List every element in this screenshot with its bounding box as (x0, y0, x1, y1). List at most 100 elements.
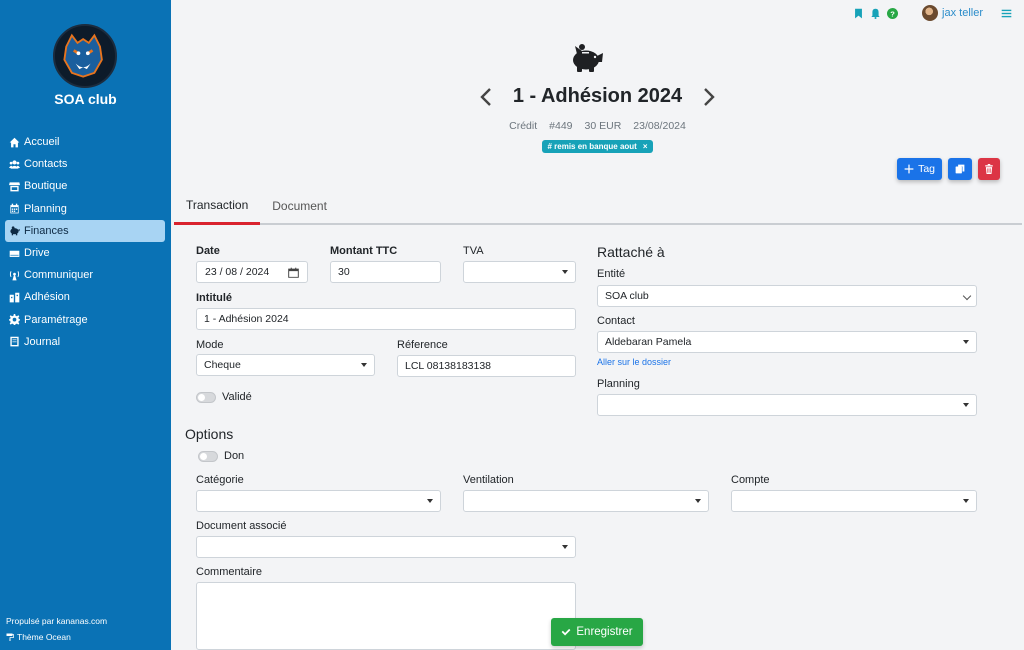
gear-icon (9, 314, 20, 326)
don-toggle[interactable] (198, 451, 218, 462)
caret-down-icon (963, 340, 969, 344)
reference-label: Réference (397, 339, 448, 351)
save-button[interactable]: Enregistrer (551, 618, 643, 646)
options-title: Options (185, 426, 234, 442)
sidebar-item-contacts[interactable]: Contacts (5, 153, 165, 175)
transaction-amount: 30 EUR (584, 120, 622, 132)
copy-icon (955, 164, 965, 174)
sidebar-item-label: Contacts (24, 158, 68, 171)
delete-button[interactable] (978, 158, 1000, 180)
previous-arrow-icon[interactable] (479, 87, 493, 107)
sidebar-item-drive[interactable]: Drive (5, 242, 165, 264)
caret-down-icon (695, 499, 701, 503)
action-buttons: Tag (897, 158, 1000, 180)
entite-label: Entité (597, 268, 626, 280)
sidebar-item-label: Paramétrage (24, 313, 88, 326)
sidebar-item-finances[interactable]: Finances (5, 219, 165, 242)
sidebar-item-adhesion[interactable]: Adhésion (5, 286, 165, 308)
topbar: ? jax teller (853, 4, 1012, 22)
transaction-type: Crédit (509, 120, 538, 132)
piggy-bank-icon (9, 225, 20, 236)
menu-icon[interactable] (1001, 8, 1012, 19)
tab-document[interactable]: Document (260, 187, 339, 225)
help-icon[interactable]: ? (887, 7, 899, 19)
sidebar-item-label: Adhésion (24, 291, 70, 304)
intitule-field[interactable]: 1 - Adhésion 2024 (196, 308, 576, 330)
save-label: Enregistrer (576, 626, 633, 638)
commentaire-textarea[interactable] (196, 582, 576, 650)
caret-down-icon (427, 499, 433, 503)
plus-icon (904, 164, 914, 174)
document-select[interactable] (196, 536, 576, 558)
paint-roller-icon (6, 633, 14, 641)
sidebar-item-parametrage[interactable]: Paramétrage (5, 309, 165, 331)
valide-toggle[interactable] (196, 392, 216, 403)
duplicate-button[interactable] (948, 158, 972, 180)
add-tag-label: Tag (918, 163, 935, 175)
planning-label: Planning (597, 378, 640, 390)
bell-icon[interactable] (870, 8, 881, 19)
reference-field[interactable]: LCL 08138183138 (397, 355, 576, 377)
tva-label: TVA (463, 245, 484, 257)
categorie-label: Catégorie (196, 474, 244, 486)
add-tag-button[interactable]: Tag (897, 158, 942, 180)
powered-by[interactable]: Propulsé par kananas.com (6, 616, 107, 626)
entite-select[interactable]: SOA club (597, 285, 977, 307)
broadcast-icon (9, 270, 20, 281)
contact-select[interactable]: Aldebaran Pamela (597, 331, 977, 353)
check-icon (562, 628, 571, 636)
compte-label: Compte (731, 474, 770, 486)
sidebar-item-label: Drive (24, 247, 50, 260)
drive-icon (9, 248, 20, 259)
caret-down-icon (562, 270, 568, 274)
transaction-meta: Crédit #449 30 EUR 23/08/2024 (171, 120, 1024, 132)
tva-select[interactable] (463, 261, 576, 283)
sidebar-nav: Accueil Contacts Boutique Planning Finan… (5, 131, 165, 353)
compte-select[interactable] (731, 490, 977, 512)
sidebar-item-communiquer[interactable]: Communiquer (5, 264, 165, 286)
book-icon (9, 336, 20, 347)
sidebar-item-accueil[interactable]: Accueil (5, 131, 165, 153)
date-value: 23 / 08 / 2024 (205, 266, 270, 278)
tab-transaction[interactable]: Transaction (174, 187, 261, 225)
sidebar-item-journal[interactable]: Journal (5, 331, 165, 353)
caret-down-icon (963, 499, 969, 503)
theme-selector[interactable]: Thème Ocean (6, 632, 71, 642)
chevron-down-icon (962, 291, 972, 301)
membership-icon (9, 292, 20, 303)
dossier-link[interactable]: Aller sur le dossier (597, 357, 671, 367)
user-name: jax teller (942, 7, 983, 19)
bookmark-icon[interactable] (853, 8, 864, 19)
calendar-icon[interactable] (288, 267, 299, 278)
sidebar-item-planning[interactable]: Planning (5, 198, 165, 220)
contact-label: Contact (597, 315, 635, 327)
sidebar-item-label: Finances (24, 224, 69, 237)
tag-remove-icon[interactable]: × (643, 142, 648, 151)
sidebar-item-label: Communiquer (24, 269, 94, 282)
mode-select[interactable]: Cheque (196, 354, 375, 376)
piggy-bank-icon (568, 43, 604, 73)
sidebar-item-label: Planning (24, 202, 67, 215)
sidebar-item-label: Journal (24, 335, 61, 348)
avatar (922, 5, 939, 21)
tag-label: # remis en banque aout (547, 142, 637, 151)
user-menu[interactable]: jax teller (922, 5, 983, 21)
montant-field[interactable]: 30 (330, 261, 441, 283)
users-icon (9, 159, 20, 170)
contact-value: Aldebaran Pamela (605, 336, 692, 348)
next-arrow-icon[interactable] (702, 87, 716, 107)
trash-icon (985, 164, 993, 174)
entite-value: SOA club (605, 290, 649, 302)
page-title: 1 - Adhésion 2024 (512, 85, 683, 107)
mode-label: Mode (196, 339, 224, 351)
categorie-select[interactable] (196, 490, 441, 512)
planning-select[interactable] (597, 394, 977, 416)
date-field[interactable]: 23 / 08 / 2024 (196, 261, 308, 283)
don-label: Don (224, 450, 245, 462)
ventilation-select[interactable] (463, 490, 709, 512)
tag-badge: # remis en banque aout × (542, 140, 653, 153)
calendar-icon (9, 203, 20, 214)
sidebar-item-boutique[interactable]: Boutique (5, 175, 165, 197)
valide-label: Validé (222, 391, 252, 403)
ventilation-label: Ventilation (463, 474, 514, 486)
